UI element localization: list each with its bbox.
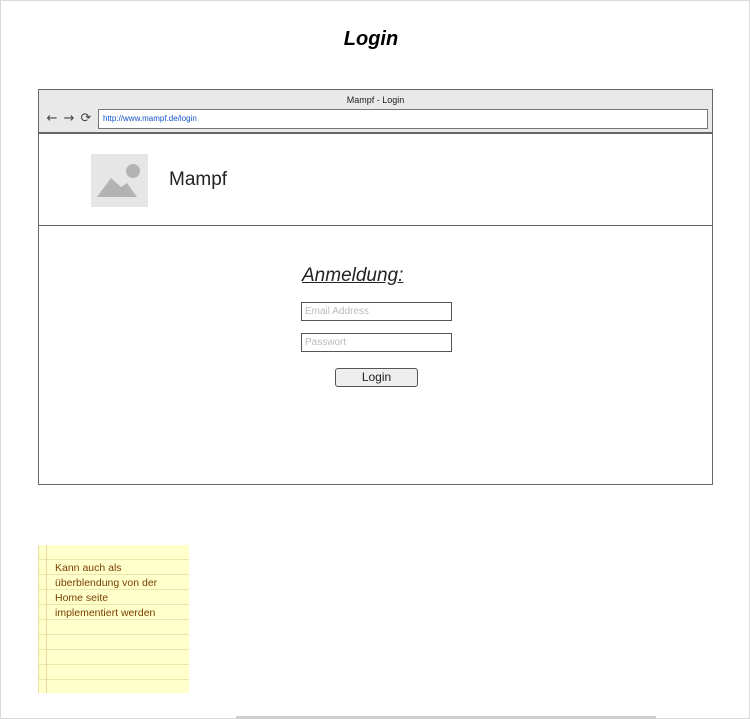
page-title: Login (343, 28, 399, 50)
back-arrow-icon[interactable]: ← (45, 110, 59, 128)
sticky-note: Kann auch als überblendung von der Home … (38, 545, 189, 697)
site-header: Mampf (39, 134, 712, 226)
login-heading: Anmeldung: (302, 265, 404, 286)
note-line: Home seite (55, 592, 109, 604)
forward-arrow-icon[interactable]: → (62, 110, 76, 128)
note-line: überblendung von der (55, 577, 158, 589)
browser-window: Mampf - Login ← → ⟳ http://www.mampf.de/… (38, 89, 713, 485)
browser-chrome: Mampf - Login ← → ⟳ http://www.mampf.de/… (39, 90, 712, 134)
note-text: Kann auch als überblendung von der Home … (55, 561, 185, 621)
email-field[interactable] (301, 302, 452, 321)
nav-controls: ← → ⟳ (45, 110, 93, 128)
window-title: Mampf - Login (346, 95, 405, 105)
note-line: implementiert werden (55, 607, 156, 619)
reload-icon[interactable]: ⟳ (79, 110, 93, 128)
login-button[interactable]: Login (335, 368, 418, 387)
image-placeholder-icon (91, 154, 148, 207)
note-line: Kann auch als (55, 562, 122, 574)
brand-name: Mampf (169, 169, 228, 190)
address-bar[interactable]: http://www.mampf.de/login (98, 109, 708, 129)
password-field[interactable] (301, 333, 452, 352)
